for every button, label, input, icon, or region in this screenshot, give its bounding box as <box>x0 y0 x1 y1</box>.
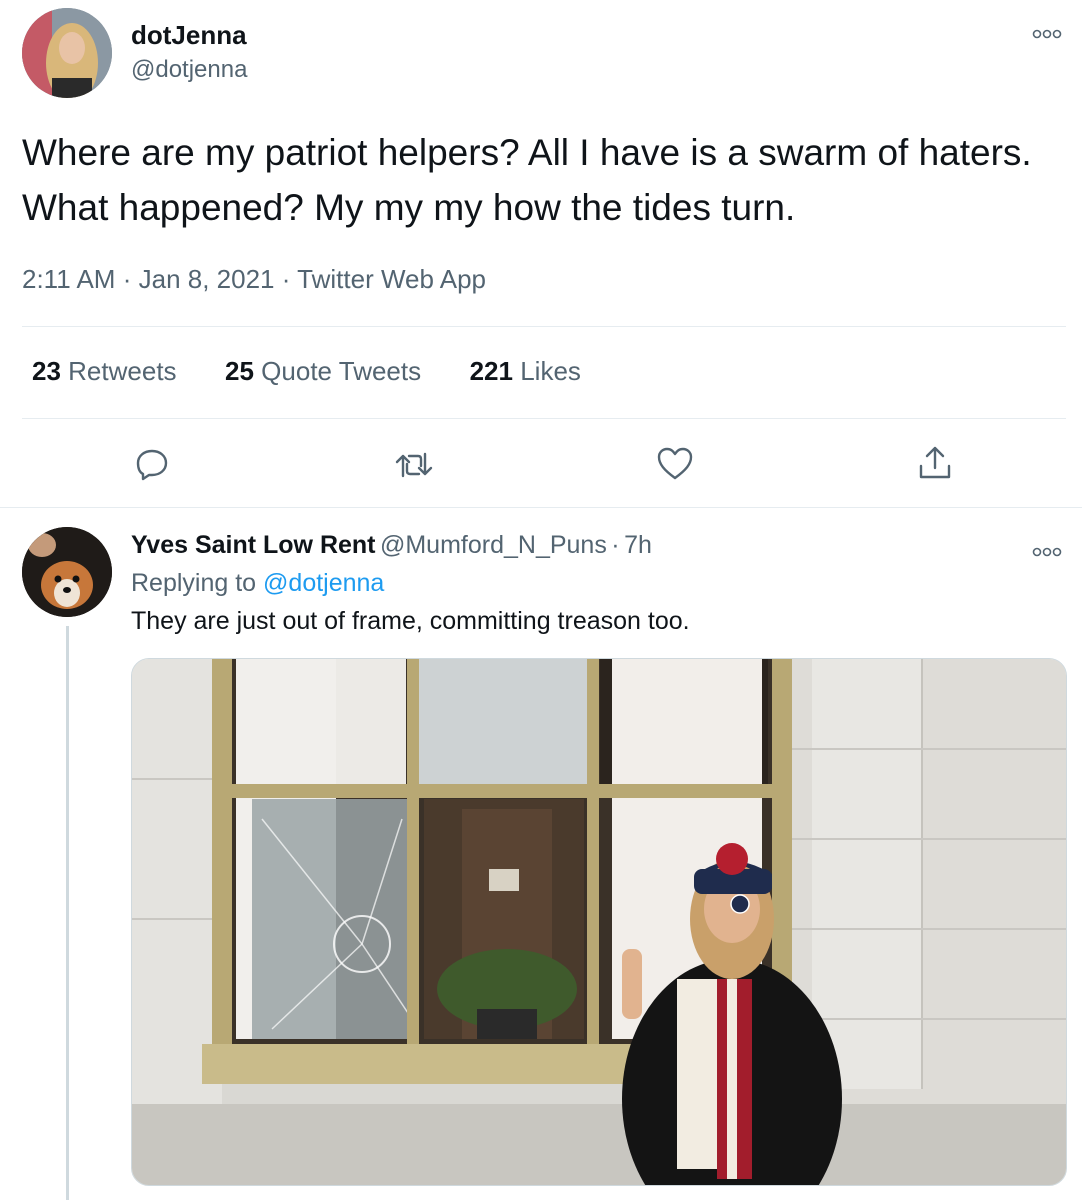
quotes-stat[interactable]: 25 Quote Tweets <box>225 356 421 386</box>
retweets-count: 23 <box>32 356 61 386</box>
tweet-time[interactable]: 2:11 AM <box>22 264 115 294</box>
likes-stat[interactable]: 221 Likes <box>470 356 581 386</box>
reply-author-handle[interactable]: @Mumford_N_Puns <box>380 531 607 559</box>
reply-author-avatar-image <box>22 527 112 617</box>
reply-separator: · <box>611 531 620 559</box>
tweet-date[interactable]: Jan 8, 2021 <box>139 264 275 294</box>
meta-separator: · <box>122 264 132 294</box>
reply-author-avatar[interactable] <box>22 527 112 617</box>
more-options-icon[interactable] <box>1032 20 1062 46</box>
tweet-stats: 23 Retweets 25 Quote Tweets 221 Likes <box>32 356 581 387</box>
thread-line <box>66 626 69 1200</box>
reply-header: Yves Saint Low Rent @Mumford_N_Puns · 7h <box>131 531 652 560</box>
retweet-icon[interactable] <box>394 448 434 482</box>
replying-to-label: Replying to <box>131 569 257 597</box>
tweet-source[interactable]: Twitter Web App <box>297 264 486 294</box>
replying-to: Replying to @dotjenna <box>131 569 384 598</box>
meta-separator: · <box>281 264 291 294</box>
reply-icon[interactable] <box>134 446 170 482</box>
quotes-count: 25 <box>225 356 254 386</box>
like-icon[interactable] <box>656 446 694 482</box>
reply-age[interactable]: 7h <box>624 531 652 559</box>
author-handle[interactable]: @dotjenna <box>131 56 247 84</box>
tweet-metadata: 2:11 AM · Jan 8, 2021 · Twitter Web App <box>22 264 486 295</box>
tweet-text: Where are my patriot helpers? All I have… <box>22 132 1032 228</box>
divider <box>0 507 1082 508</box>
reply-photo[interactable] <box>131 658 1067 1186</box>
retweets-stat[interactable]: 23 Retweets <box>32 356 177 386</box>
divider <box>22 326 1066 327</box>
likes-label: Likes <box>520 356 581 386</box>
divider <box>22 418 1066 419</box>
retweets-label: Retweets <box>68 356 177 386</box>
author-avatar[interactable] <box>22 8 112 98</box>
author-avatar-image <box>22 8 112 98</box>
replying-to-handle-link[interactable]: @dotjenna <box>263 569 384 597</box>
reply-more-options-icon[interactable] <box>1032 538 1062 564</box>
quotes-label: Quote Tweets <box>261 356 422 386</box>
author-name[interactable]: dotJenna <box>131 20 247 51</box>
share-icon[interactable] <box>916 444 954 482</box>
photo-image <box>132 659 1066 1185</box>
reply-author-name[interactable]: Yves Saint Low Rent <box>131 531 376 559</box>
reply-text: They are just out of frame, committing t… <box>131 607 690 635</box>
likes-count: 221 <box>469 356 513 386</box>
